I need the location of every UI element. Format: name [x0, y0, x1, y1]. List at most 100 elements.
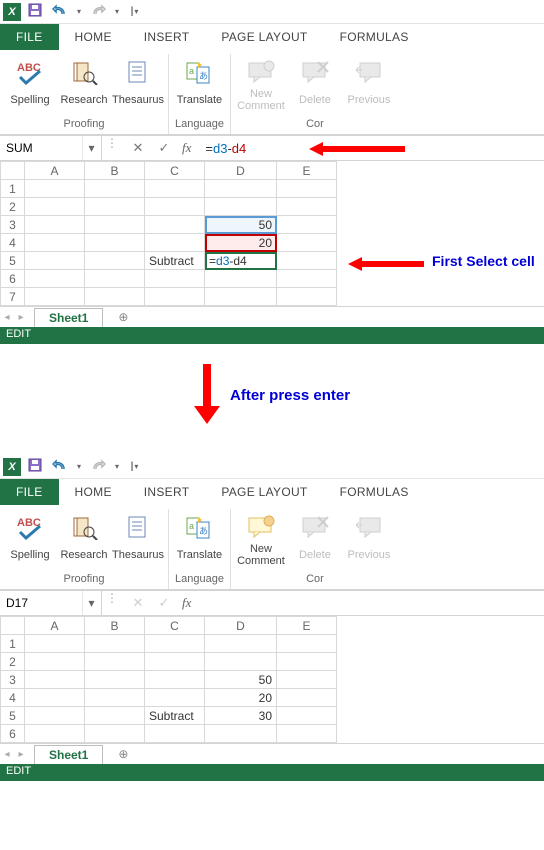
cell[interactable]	[145, 653, 205, 671]
row-header-3[interactable]: 3	[1, 671, 25, 689]
cell-c5[interactable]: Subtract	[145, 707, 205, 725]
cell[interactable]	[25, 725, 85, 743]
col-header-b[interactable]: B	[85, 617, 145, 635]
col-header-c[interactable]: C	[145, 617, 205, 635]
cell[interactable]	[145, 635, 205, 653]
translate-button[interactable]: aあTranslate	[175, 511, 223, 569]
name-box-dropdown[interactable]: ▾	[82, 136, 100, 160]
cell[interactable]	[277, 252, 337, 270]
tab-scroll-left[interactable]: ◂	[0, 749, 14, 760]
tab-page-layout[interactable]: PAGE LAYOUT	[205, 479, 323, 505]
col-header-e[interactable]: E	[277, 617, 337, 635]
insert-function-icon[interactable]: fx	[182, 140, 191, 156]
tab-file[interactable]: FILE	[0, 24, 59, 50]
spelling-button[interactable]: ABCSpelling	[6, 511, 54, 569]
cell[interactable]	[25, 707, 85, 725]
col-header-b[interactable]: B	[85, 162, 145, 180]
new-sheet-button[interactable]: ⊕	[113, 307, 133, 327]
cell[interactable]	[145, 689, 205, 707]
row-header-4[interactable]: 4	[1, 689, 25, 707]
cell-c5[interactable]: Subtract	[145, 252, 205, 270]
name-box[interactable]: ▾	[0, 591, 102, 615]
row-header-6[interactable]: 6	[1, 725, 25, 743]
formula-input[interactable]	[199, 591, 544, 615]
cell-d5-editing[interactable]: =d3-d4	[205, 252, 277, 270]
tab-home[interactable]: HOME	[59, 479, 128, 505]
cell[interactable]	[145, 198, 205, 216]
cell[interactable]	[145, 671, 205, 689]
new-comment-button[interactable]: New Comment	[237, 511, 285, 569]
formula-bar-handle[interactable]: ⋮	[102, 591, 122, 615]
worksheet-grid[interactable]: A B C D E 1 2 350 420 5Subtract =d3-d4 6…	[0, 161, 544, 306]
cell[interactable]	[25, 216, 85, 234]
sheet-tab-1[interactable]: Sheet1	[34, 308, 103, 327]
row-header-7[interactable]: 7	[1, 288, 25, 306]
cell[interactable]	[25, 198, 85, 216]
research-button[interactable]: Research	[60, 56, 108, 114]
col-header-d[interactable]: D	[205, 617, 277, 635]
cell[interactable]	[25, 270, 85, 288]
cell-d5[interactable]: 30	[205, 707, 277, 725]
insert-function-icon[interactable]: fx	[182, 595, 191, 611]
tab-scroll-right[interactable]: ▸	[14, 312, 28, 323]
tab-formulas[interactable]: FORMULAS	[324, 479, 425, 505]
cell[interactable]	[85, 270, 145, 288]
undo-dropdown[interactable]: ▾	[74, 7, 84, 16]
save-button[interactable]	[24, 456, 46, 478]
cell[interactable]	[205, 635, 277, 653]
new-sheet-button[interactable]: ⊕	[113, 744, 133, 764]
cell[interactable]	[277, 216, 337, 234]
formula-input[interactable]: =d3-d4	[199, 136, 544, 160]
name-box-input[interactable]	[0, 596, 82, 610]
qat-customize-dropdown[interactable]: ┃▾	[129, 462, 139, 471]
cell[interactable]	[205, 288, 277, 306]
cell[interactable]	[145, 725, 205, 743]
cell[interactable]	[25, 288, 85, 306]
sheet-tab-1[interactable]: Sheet1	[34, 745, 103, 764]
tab-page-layout[interactable]: PAGE LAYOUT	[205, 24, 323, 50]
cell-d3[interactable]: 50	[205, 216, 277, 234]
cell-d3[interactable]: 50	[205, 671, 277, 689]
undo-button[interactable]	[49, 456, 71, 478]
name-box-input[interactable]	[0, 141, 82, 155]
cancel-formula-icon[interactable]: ✕	[130, 140, 146, 156]
row-header-5[interactable]: 5	[1, 252, 25, 270]
name-box-dropdown[interactable]: ▾	[82, 591, 100, 615]
undo-dropdown[interactable]: ▾	[74, 462, 84, 471]
col-header-a[interactable]: A	[25, 617, 85, 635]
row-header-3[interactable]: 3	[1, 216, 25, 234]
cell[interactable]	[25, 234, 85, 252]
tab-file[interactable]: FILE	[0, 479, 59, 505]
cell[interactable]	[145, 270, 205, 288]
redo-dropdown[interactable]: ▾	[112, 7, 122, 16]
formula-bar-handle[interactable]: ⋮	[102, 136, 122, 160]
tab-home[interactable]: HOME	[59, 24, 128, 50]
cell[interactable]	[85, 671, 145, 689]
enter-formula-icon[interactable]: ✓	[156, 140, 172, 156]
cell[interactable]	[25, 180, 85, 198]
cell[interactable]	[277, 653, 337, 671]
cell[interactable]	[25, 252, 85, 270]
redo-button[interactable]	[87, 1, 109, 23]
cell[interactable]	[205, 270, 277, 288]
cell[interactable]	[277, 707, 337, 725]
cell[interactable]	[205, 725, 277, 743]
tab-formulas[interactable]: FORMULAS	[324, 24, 425, 50]
tab-scroll-left[interactable]: ◂	[0, 312, 14, 323]
cell[interactable]	[277, 198, 337, 216]
cell[interactable]	[25, 671, 85, 689]
col-header-c[interactable]: C	[145, 162, 205, 180]
cell[interactable]	[205, 180, 277, 198]
row-header-1[interactable]: 1	[1, 635, 25, 653]
redo-dropdown[interactable]: ▾	[112, 462, 122, 471]
cell[interactable]	[85, 180, 145, 198]
cell[interactable]	[85, 689, 145, 707]
cell[interactable]	[85, 653, 145, 671]
cell[interactable]	[277, 180, 337, 198]
cell[interactable]	[277, 234, 337, 252]
cell[interactable]	[85, 198, 145, 216]
tab-scroll-right[interactable]: ▸	[14, 749, 28, 760]
cell-d4[interactable]: 20	[205, 234, 277, 252]
cell[interactable]	[25, 689, 85, 707]
cell[interactable]	[85, 288, 145, 306]
